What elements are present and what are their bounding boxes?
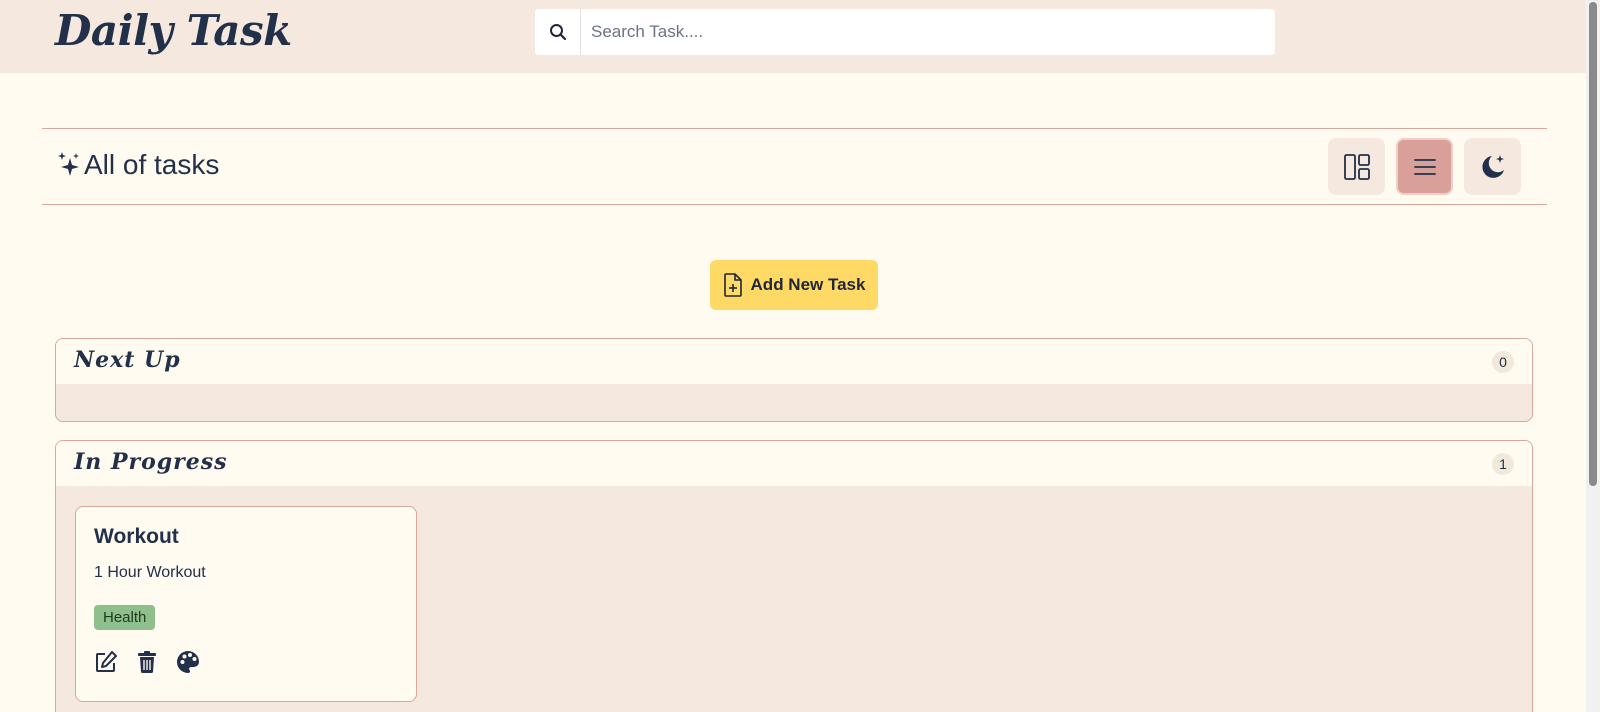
add-new-task-button[interactable]: Add New Task xyxy=(710,260,878,310)
edit-icon xyxy=(96,651,117,672)
section-count-badge: 0 xyxy=(1492,351,1514,373)
grid-view-button[interactable] xyxy=(1328,138,1385,195)
trash-icon xyxy=(138,651,156,674)
scrollbar-thumb[interactable] xyxy=(1589,2,1597,486)
section-next-up: Next Up 0 xyxy=(55,338,1533,422)
section-header: Next Up 0 xyxy=(56,339,1532,384)
app-logo: Daily Task xyxy=(55,6,292,55)
list-view-button[interactable] xyxy=(1396,138,1453,195)
search-icon xyxy=(549,24,566,41)
sparkles-icon xyxy=(58,152,79,176)
layout-grid-icon xyxy=(1343,153,1370,180)
page-title-text: All of tasks xyxy=(84,149,220,180)
top-bar: Daily Task xyxy=(0,0,1586,73)
search-button[interactable] xyxy=(535,9,581,55)
task-title: Workout xyxy=(94,525,179,548)
palette-icon xyxy=(177,651,199,673)
page-title: All of tasks xyxy=(56,149,219,181)
dark-mode-toggle[interactable] xyxy=(1464,138,1521,195)
task-card[interactable]: Workout 1 Hour Workout Health xyxy=(75,506,417,702)
search-input[interactable] xyxy=(581,9,1275,55)
add-new-task-label: Add New Task xyxy=(750,275,866,294)
task-description: 1 Hour Workout xyxy=(94,564,206,581)
task-tag: Health xyxy=(94,605,156,630)
moon-icon xyxy=(1481,154,1504,178)
list-icon xyxy=(1413,158,1436,175)
delete-button[interactable] xyxy=(135,650,159,674)
page-header: All of tasks xyxy=(42,128,1547,205)
section-title: Next Up xyxy=(74,347,181,373)
scrollbar[interactable] xyxy=(1586,0,1600,712)
file-plus-icon xyxy=(723,273,742,297)
color-picker-button[interactable] xyxy=(176,650,200,674)
search-bar xyxy=(535,9,1275,55)
section-count-badge: 1 xyxy=(1492,453,1514,475)
edit-button[interactable] xyxy=(94,650,118,674)
section-title: In Progress xyxy=(74,449,228,475)
task-actions xyxy=(94,650,200,674)
section-header: In Progress 1 xyxy=(56,441,1532,486)
section-in-progress: In Progress 1 Workout 1 Hour Workout Hea… xyxy=(55,440,1533,712)
